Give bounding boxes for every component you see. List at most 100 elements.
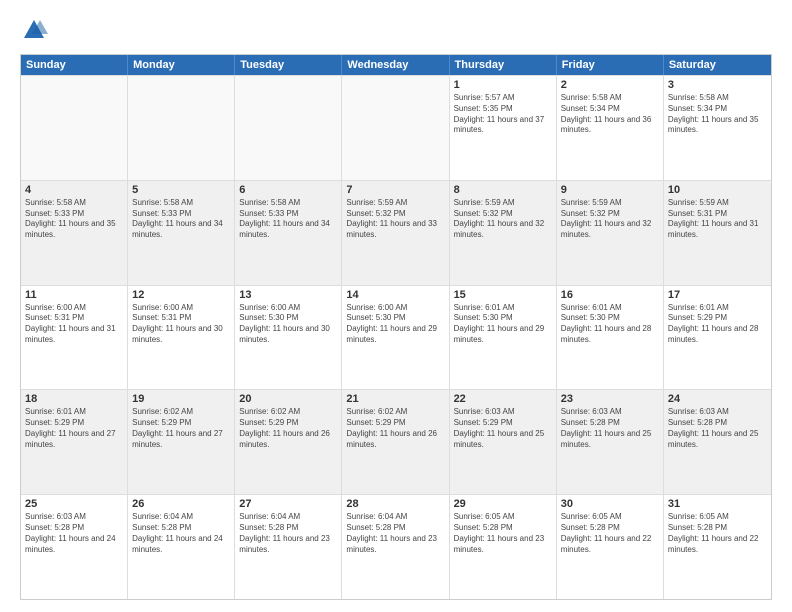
day-cell-28: 28 Sunrise: 6:04 AMSunset: 5:28 PMDayligh…: [342, 495, 449, 599]
cell-info: Sunrise: 6:02 AMSunset: 5:29 PMDaylight:…: [132, 407, 230, 450]
calendar-body: 1 Sunrise: 5:57 AMSunset: 5:35 PMDaylight…: [21, 75, 771, 599]
day-number: 14: [346, 289, 444, 301]
day-number: 7: [346, 184, 444, 196]
day-cell-22: 22 Sunrise: 6:03 AMSunset: 5:29 PMDayligh…: [450, 390, 557, 494]
day-number: 5: [132, 184, 230, 196]
cell-info: Sunrise: 6:00 AMSunset: 5:31 PMDaylight:…: [132, 303, 230, 346]
day-number: 18: [25, 393, 123, 405]
day-cell-8: 8 Sunrise: 5:59 AMSunset: 5:32 PMDaylight…: [450, 181, 557, 285]
header-day-tuesday: Tuesday: [235, 55, 342, 75]
day-number: 25: [25, 498, 123, 510]
header-day-friday: Friday: [557, 55, 664, 75]
day-number: 26: [132, 498, 230, 510]
cell-info: Sunrise: 6:01 AMSunset: 5:30 PMDaylight:…: [561, 303, 659, 346]
day-number: 6: [239, 184, 337, 196]
cell-info: Sunrise: 6:03 AMSunset: 5:28 PMDaylight:…: [25, 512, 123, 555]
day-cell-18: 18Sunrise: 6:01 AMSunset: 5:29 PMDayligh…: [21, 390, 128, 494]
day-number: 10: [668, 184, 767, 196]
day-cell-6: 6Sunrise: 5:58 AMSunset: 5:33 PMDaylight…: [235, 181, 342, 285]
day-cell-26: 26 Sunrise: 6:04 AMSunset: 5:28 PMDayligh…: [128, 495, 235, 599]
cell-info: Sunrise: 5:59 AMSunset: 5:32 PMDaylight:…: [454, 198, 552, 241]
header: [20, 16, 772, 44]
day-number: 22: [454, 393, 552, 405]
cell-info: Sunrise: 6:00 AMSunset: 5:30 PMDaylight:…: [239, 303, 337, 346]
day-cell-24: 24Sunrise: 6:03 AMSunset: 5:28 PMDayligh…: [664, 390, 771, 494]
day-cell-29: 29 Sunrise: 6:05 AMSunset: 5:28 PMDayligh…: [450, 495, 557, 599]
day-cell-27: 27 Sunrise: 6:04 AMSunset: 5:28 PMDayligh…: [235, 495, 342, 599]
day-cell-1: 1 Sunrise: 5:57 AMSunset: 5:35 PMDaylight…: [450, 76, 557, 180]
day-number: 11: [25, 289, 123, 301]
cell-info: Sunrise: 6:05 AMSunset: 5:28 PMDaylight:…: [454, 512, 552, 555]
day-cell-5: 5 Sunrise: 5:58 AMSunset: 5:33 PMDaylight…: [128, 181, 235, 285]
cell-info: Sunrise: 6:03 AMSunset: 5:28 PMDaylight:…: [561, 407, 659, 450]
day-number: 27: [239, 498, 337, 510]
cell-info: Sunrise: 6:05 AMSunset: 5:28 PMDaylight:…: [668, 512, 767, 555]
calendar-row-2: 11 Sunrise: 6:00 AMSunset: 5:31 PMDayligh…: [21, 285, 771, 390]
day-cell-9: 9Sunrise: 5:59 AMSunset: 5:32 PMDaylight…: [557, 181, 664, 285]
cell-info: Sunrise: 6:04 AMSunset: 5:28 PMDaylight:…: [239, 512, 337, 555]
day-number: 4: [25, 184, 123, 196]
day-cell-19: 19Sunrise: 6:02 AMSunset: 5:29 PMDayligh…: [128, 390, 235, 494]
header-day-saturday: Saturday: [664, 55, 771, 75]
day-cell-16: 16 Sunrise: 6:01 AMSunset: 5:30 PMDayligh…: [557, 286, 664, 390]
cell-info: Sunrise: 6:00 AMSunset: 5:31 PMDaylight:…: [25, 303, 123, 346]
day-cell-13: 13Sunrise: 6:00 AMSunset: 5:30 PMDayligh…: [235, 286, 342, 390]
cell-info: Sunrise: 6:01 AMSunset: 5:29 PMDaylight:…: [668, 303, 767, 346]
day-number: 31: [668, 498, 767, 510]
day-number: 15: [454, 289, 552, 301]
day-cell-30: 30Sunrise: 6:05 AMSunset: 5:28 PMDayligh…: [557, 495, 664, 599]
day-number: 23: [561, 393, 659, 405]
day-cell-14: 14 Sunrise: 6:00 AMSunset: 5:30 PMDayligh…: [342, 286, 449, 390]
empty-cell: [21, 76, 128, 180]
cell-info: Sunrise: 5:57 AMSunset: 5:35 PMDaylight:…: [454, 93, 552, 136]
day-cell-25: 25 Sunrise: 6:03 AMSunset: 5:28 PMDayligh…: [21, 495, 128, 599]
day-number: 17: [668, 289, 767, 301]
day-number: 29: [454, 498, 552, 510]
cell-info: Sunrise: 5:58 AMSunset: 5:33 PMDaylight:…: [25, 198, 123, 241]
day-number: 1: [454, 79, 552, 91]
header-day-sunday: Sunday: [21, 55, 128, 75]
day-cell-4: 4 Sunrise: 5:58 AMSunset: 5:33 PMDaylight…: [21, 181, 128, 285]
calendar-row-4: 25 Sunrise: 6:03 AMSunset: 5:28 PMDayligh…: [21, 494, 771, 599]
page: SundayMondayTuesdayWednesdayThursdayFrid…: [0, 0, 792, 612]
cell-info: Sunrise: 6:03 AMSunset: 5:29 PMDaylight:…: [454, 407, 552, 450]
day-number: 28: [346, 498, 444, 510]
cell-info: Sunrise: 6:00 AMSunset: 5:30 PMDaylight:…: [346, 303, 444, 346]
day-number: 21: [346, 393, 444, 405]
logo-icon: [20, 16, 48, 44]
day-cell-17: 17 Sunrise: 6:01 AMSunset: 5:29 PMDayligh…: [664, 286, 771, 390]
day-cell-2: 2 Sunrise: 5:58 AMSunset: 5:34 PMDaylight…: [557, 76, 664, 180]
day-number: 3: [668, 79, 767, 91]
header-day-monday: Monday: [128, 55, 235, 75]
day-number: 24: [668, 393, 767, 405]
cell-info: Sunrise: 6:02 AMSunset: 5:29 PMDaylight:…: [239, 407, 337, 450]
day-number: 16: [561, 289, 659, 301]
day-cell-7: 7Sunrise: 5:59 AMSunset: 5:32 PMDaylight…: [342, 181, 449, 285]
day-cell-12: 12Sunrise: 6:00 AMSunset: 5:31 PMDayligh…: [128, 286, 235, 390]
day-cell-23: 23 Sunrise: 6:03 AMSunset: 5:28 PMDayligh…: [557, 390, 664, 494]
calendar: SundayMondayTuesdayWednesdayThursdayFrid…: [20, 54, 772, 600]
day-cell-3: 3 Sunrise: 5:58 AMSunset: 5:34 PMDaylight…: [664, 76, 771, 180]
calendar-row-0: 1 Sunrise: 5:57 AMSunset: 5:35 PMDaylight…: [21, 75, 771, 180]
day-number: 20: [239, 393, 337, 405]
calendar-header: SundayMondayTuesdayWednesdayThursdayFrid…: [21, 55, 771, 75]
cell-info: Sunrise: 5:58 AMSunset: 5:34 PMDaylight:…: [668, 93, 767, 136]
day-cell-21: 21 Sunrise: 6:02 AMSunset: 5:29 PMDayligh…: [342, 390, 449, 494]
header-day-wednesday: Wednesday: [342, 55, 449, 75]
cell-info: Sunrise: 6:01 AMSunset: 5:30 PMDaylight:…: [454, 303, 552, 346]
calendar-row-1: 4 Sunrise: 5:58 AMSunset: 5:33 PMDaylight…: [21, 180, 771, 285]
cell-info: Sunrise: 5:59 AMSunset: 5:31 PMDaylight:…: [668, 198, 767, 241]
day-number: 2: [561, 79, 659, 91]
cell-info: Sunrise: 6:05 AMSunset: 5:28 PMDaylight:…: [561, 512, 659, 555]
cell-info: Sunrise: 6:02 AMSunset: 5:29 PMDaylight:…: [346, 407, 444, 450]
empty-cell: [342, 76, 449, 180]
cell-info: Sunrise: 5:58 AMSunset: 5:33 PMDaylight:…: [132, 198, 230, 241]
day-number: 8: [454, 184, 552, 196]
empty-cell: [128, 76, 235, 180]
cell-info: Sunrise: 5:58 AMSunset: 5:34 PMDaylight:…: [561, 93, 659, 136]
cell-info: Sunrise: 6:04 AMSunset: 5:28 PMDaylight:…: [132, 512, 230, 555]
header-day-thursday: Thursday: [450, 55, 557, 75]
logo: [20, 16, 52, 44]
cell-info: Sunrise: 6:04 AMSunset: 5:28 PMDaylight:…: [346, 512, 444, 555]
day-cell-11: 11 Sunrise: 6:00 AMSunset: 5:31 PMDayligh…: [21, 286, 128, 390]
